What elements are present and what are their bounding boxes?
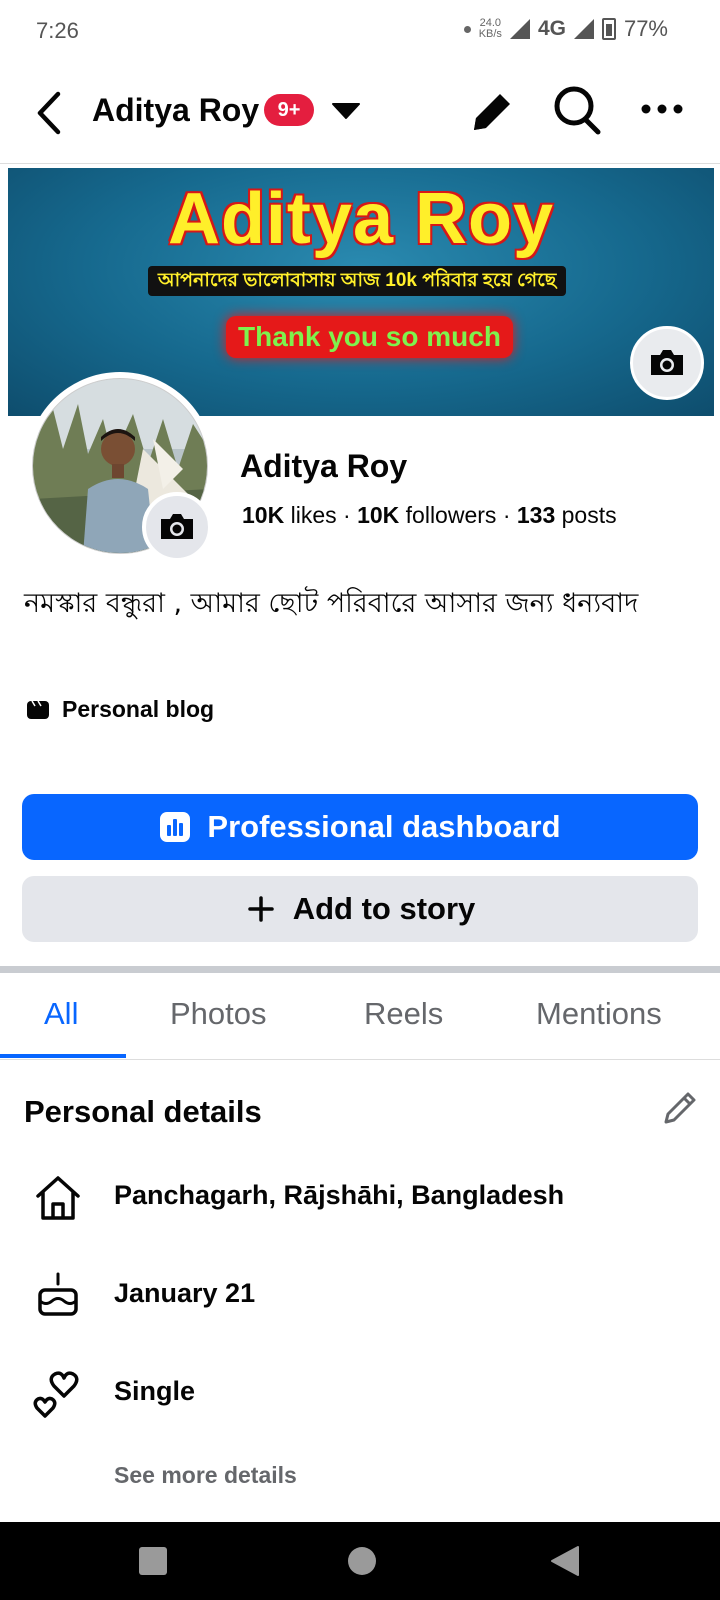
- active-tab-indicator: [0, 1054, 126, 1058]
- detail-row-location: Panchagarh, Rājshāhi, Bangladesh: [30, 1170, 564, 1226]
- battery-percent: 77%: [623, 16, 668, 41]
- profile-stats: 10K likes · 10K followers · 133 posts: [242, 502, 617, 529]
- home-icon: [36, 1176, 80, 1220]
- cover-title: Aditya Roy: [167, 179, 555, 259]
- tab-mentions[interactable]: Mentions: [536, 996, 662, 1032]
- dashboard-chart-icon: [160, 812, 191, 842]
- likes-count[interactable]: 10K: [242, 502, 284, 528]
- recent-apps-button[interactable]: [139, 1547, 167, 1575]
- network-type: 4G: [537, 17, 566, 40]
- relationship-text: Single: [114, 1376, 196, 1406]
- professional-dashboard-button[interactable]: Professional dashboard: [22, 794, 698, 860]
- profile-name: Aditya Roy: [240, 448, 408, 484]
- edit-profile-picture-camera-button[interactable]: [142, 492, 212, 562]
- back-arrow-icon[interactable]: [30, 88, 70, 138]
- network-speed: 24.0 KB/s: [479, 18, 502, 40]
- followers-count[interactable]: 10K: [357, 502, 399, 528]
- detail-row-relationship: Single: [30, 1366, 195, 1422]
- category-label: Personal blog: [62, 696, 215, 722]
- status-indicators: 24.0 KB/s 4G 77%: [463, 16, 668, 42]
- profile-bio: নমস্কার বন্ধুরা , আমার ছোট পরিবারে আসার …: [24, 588, 639, 619]
- detail-row-birthday: January 21: [30, 1268, 255, 1324]
- caret-down-icon[interactable]: [330, 100, 362, 122]
- notification-badge[interactable]: 9+: [264, 94, 314, 126]
- app-header: Aditya Roy 9+: [0, 64, 720, 164]
- clapperboard-icon: [27, 700, 49, 719]
- battery-icon: [601, 18, 616, 40]
- hearts-icon: [33, 1371, 79, 1418]
- signal-icon: [509, 19, 530, 39]
- page-title[interactable]: Aditya Roy: [92, 92, 259, 129]
- followers-label[interactable]: followers: [406, 502, 497, 528]
- cover-thanks: Thank you so much: [226, 316, 513, 358]
- birthday-cake-icon: [38, 1272, 78, 1316]
- camera-icon: [651, 350, 683, 375]
- notification-dot-icon: [463, 25, 471, 33]
- status-time: 7:26: [36, 18, 79, 43]
- section-divider: [0, 966, 720, 973]
- tab-photos[interactable]: Photos: [170, 996, 267, 1032]
- personal-details-title: Personal details: [24, 1094, 262, 1129]
- separator: ·: [343, 502, 351, 528]
- add-story-label: Add to story: [292, 891, 476, 926]
- posts-label[interactable]: posts: [562, 502, 617, 528]
- add-to-story-button[interactable]: Add to story: [22, 876, 698, 942]
- tab-all[interactable]: All: [44, 996, 78, 1032]
- speed-unit: KB/s: [478, 28, 502, 40]
- separator: ·: [502, 502, 511, 528]
- edit-details-pencil-icon[interactable]: [660, 1088, 700, 1128]
- likes-label[interactable]: likes: [291, 502, 337, 528]
- profile-tabs: All Photos Reels Mentions: [0, 974, 720, 1060]
- location-text: Panchagarh, Rājshāhi, Bangladesh: [114, 1180, 565, 1210]
- edit-cover-camera-button[interactable]: [630, 326, 704, 400]
- system-nav-bar: [0, 1522, 720, 1600]
- camera-icon: [161, 514, 193, 539]
- system-back-icon[interactable]: [548, 1544, 582, 1578]
- birthday-text: January 21: [114, 1278, 256, 1308]
- home-button[interactable]: [348, 1547, 376, 1575]
- signal-icon-secondary: [573, 19, 594, 39]
- posts-count[interactable]: 133: [517, 502, 555, 528]
- cover-subtitle: আপনাদের ভালোবাসায় আজ 10k পরিবার হয়ে গে…: [148, 266, 567, 296]
- dashboard-label: Professional dashboard: [207, 809, 561, 844]
- plus-icon: [247, 896, 274, 922]
- status-bar: 7:26 24.0 KB/s 4G 77%: [0, 0, 720, 64]
- tab-reels[interactable]: Reels: [364, 996, 443, 1032]
- profile-category: Personal blog: [26, 696, 214, 723]
- pencil-icon[interactable]: [466, 86, 514, 138]
- more-options-icon[interactable]: [640, 102, 684, 116]
- search-icon[interactable]: [552, 84, 604, 138]
- see-more-details-link[interactable]: See more details: [114, 1462, 297, 1489]
